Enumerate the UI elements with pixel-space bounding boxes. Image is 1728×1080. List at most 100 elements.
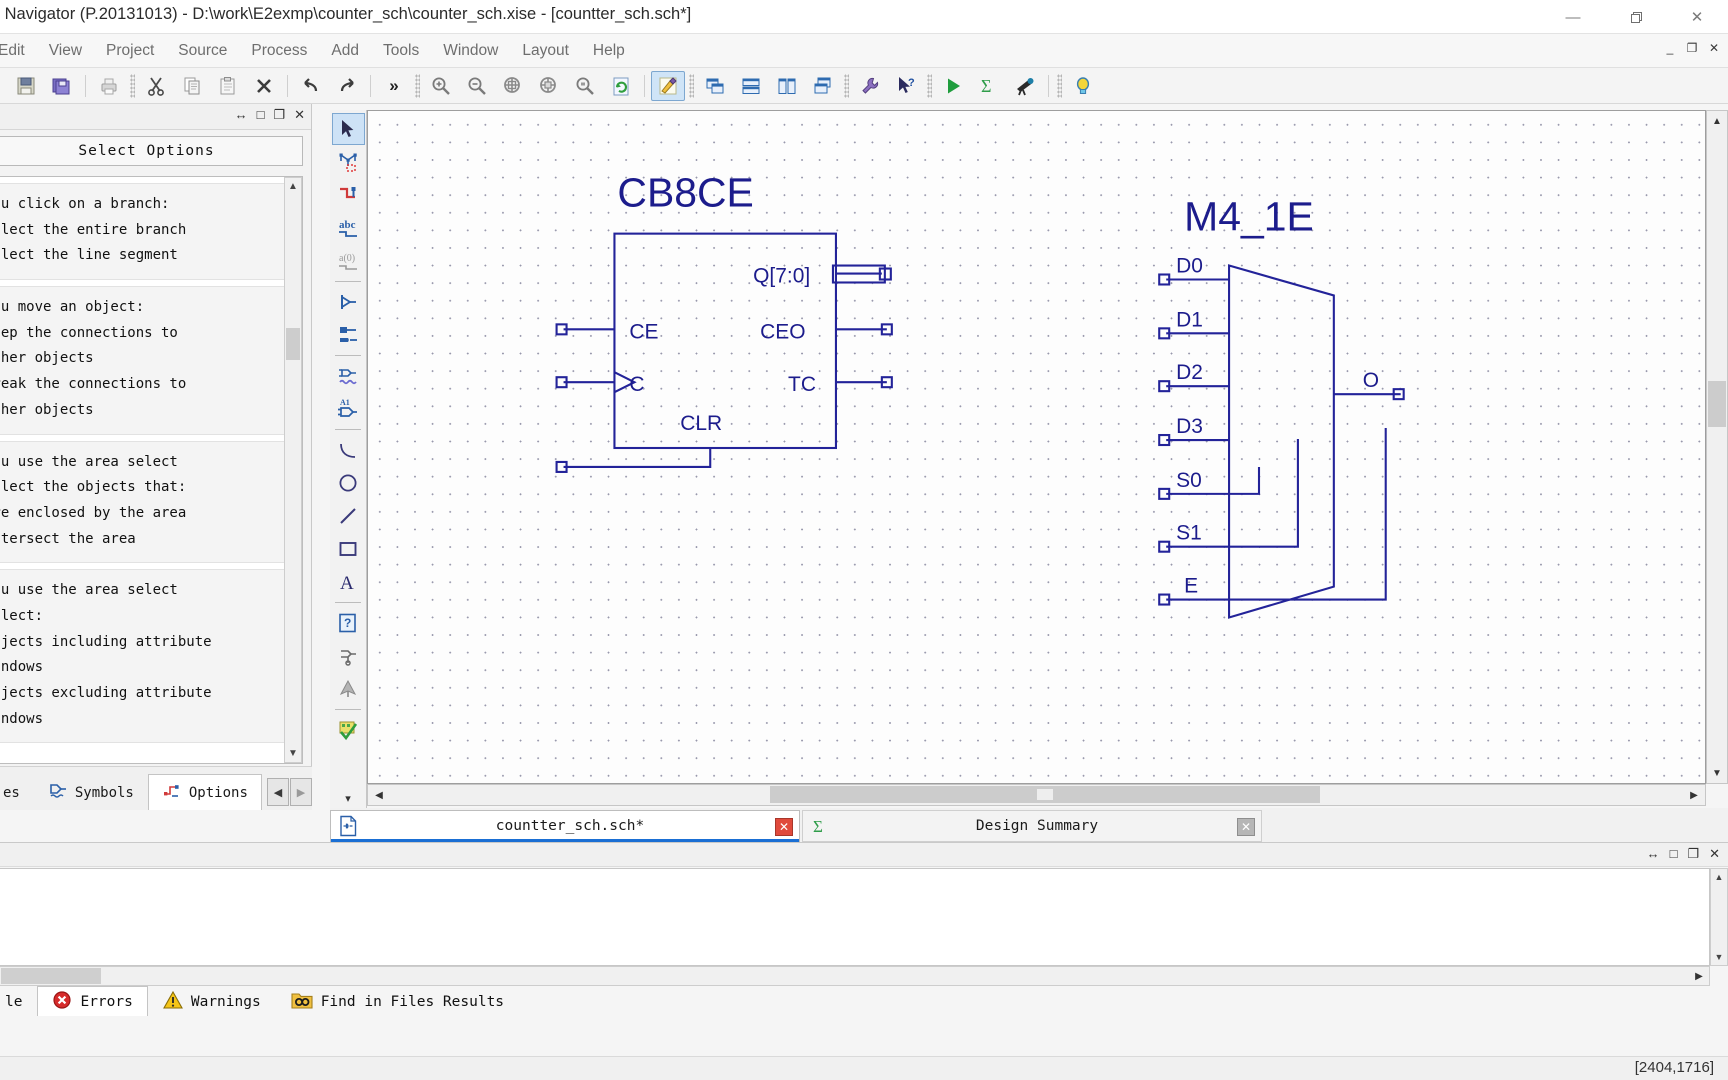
menu-add[interactable]: Add <box>319 40 371 62</box>
add-bus-tool-button[interactable] <box>332 319 365 351</box>
console-scroll-right-arrow[interactable]: ▶ <box>1689 971 1709 982</box>
context-help-button[interactable]: ? <box>889 71 923 101</box>
draw-line-tool-button[interactable] <box>332 500 365 532</box>
undo-button[interactable] <box>294 71 328 101</box>
option-item[interactable]: Break the connections to <box>0 372 295 398</box>
delete-button[interactable] <box>247 71 281 101</box>
add-text-tool-button[interactable]: A <box>332 566 365 598</box>
add-net-name-tool-button[interactable]: abc <box>332 212 365 244</box>
arrange-icons-button[interactable] <box>806 71 840 101</box>
run-button[interactable] <box>936 71 970 101</box>
console-dock-icon[interactable]: ❐ <box>1687 846 1699 862</box>
zoom-previous-button[interactable] <box>568 71 602 101</box>
pulldown-tool-button[interactable] <box>332 673 365 705</box>
tab-sources[interactable]: es <box>0 774 34 810</box>
console-horizontal-scrollbar[interactable]: ▶ <box>0 966 1710 986</box>
option-item[interactable]: Keep the connections to <box>0 321 295 347</box>
console-scroll-down-arrow[interactable]: ▼ <box>1711 949 1727 965</box>
tab-options[interactable]: Options <box>147 774 262 810</box>
option-item[interactable]: Intersect the area <box>0 527 295 553</box>
tip-button[interactable] <box>1066 71 1100 101</box>
console-vertical-scrollbar[interactable]: ▲ ▼ <box>1710 868 1728 966</box>
paste-button[interactable] <box>211 71 245 101</box>
console-close-icon[interactable]: ✕ <box>1709 846 1720 862</box>
tile-horizontally-button[interactable] <box>734 71 768 101</box>
select-tool-button[interactable] <box>331 113 365 145</box>
zoom-selection-button[interactable] <box>532 71 566 101</box>
panel-maximize-icon[interactable]: □ <box>257 107 265 123</box>
zoom-in-button[interactable] <box>424 71 458 101</box>
doc-tab-close-button[interactable]: ✕ <box>775 818 793 836</box>
canvas-horizontal-scrollbar[interactable]: ◀ ▶ <box>367 784 1706 806</box>
panel-dock-icon[interactable]: ❐ <box>273 107 285 123</box>
menu-window[interactable]: Window <box>431 40 510 62</box>
console-tab-warnings[interactable]: Warnings <box>148 986 276 1016</box>
draw-arc-tool-button[interactable] <box>332 434 365 466</box>
toolbar-overflow-button[interactable]: » <box>377 71 411 101</box>
draw-rectangle-tool-button[interactable] <box>332 533 365 565</box>
canvas-vscroll-thumb[interactable] <box>1708 381 1726 427</box>
window-minimize-button[interactable]: — <box>1542 0 1604 34</box>
scroll-up-arrow[interactable]: ▲ <box>285 178 301 195</box>
console-scroll-up-arrow[interactable]: ▲ <box>1711 869 1727 885</box>
check-schematic-tool-button[interactable] <box>332 360 365 392</box>
save-button[interactable] <box>9 71 43 101</box>
option-item[interactable]: Select the entire branch <box>0 218 295 244</box>
symbol-info-tool-button[interactable]: ? <box>332 607 365 639</box>
add-io-marker-tool-button[interactable] <box>332 286 365 318</box>
canvas-hscroll-thumb[interactable] <box>770 786 1320 803</box>
canvas-scroll-up-arrow[interactable]: ▲ <box>1707 111 1727 131</box>
doc-tab-close-button[interactable]: ✕ <box>1237 818 1255 836</box>
cascade-windows-button[interactable] <box>698 71 732 101</box>
design-summary-button[interactable]: Σ <box>972 71 1006 101</box>
canvas-scroll-right-arrow[interactable]: ▶ <box>1683 785 1705 805</box>
refresh-button[interactable] <box>604 71 638 101</box>
menu-edit[interactable]: Edit <box>0 40 37 62</box>
scrollbar-thumb[interactable] <box>286 328 300 360</box>
pin-tool-button[interactable] <box>332 640 365 672</box>
panel-float-icon[interactable]: ↔ <box>235 107 248 123</box>
tab-scroll-left-button[interactable]: ◀ <box>267 778 289 806</box>
console-float-icon[interactable]: ↔ <box>1647 846 1660 862</box>
option-item[interactable]: Objects including attribute <box>0 630 295 656</box>
telescope-button[interactable] <box>1008 71 1042 101</box>
menu-process[interactable]: Process <box>239 40 319 62</box>
canvas-scroll-down-arrow[interactable]: ▼ <box>1707 763 1727 783</box>
left-panel-scrollbar[interactable]: ▲ ▼ <box>284 177 302 763</box>
tab-scroll-right-button[interactable]: ▶ <box>290 778 312 806</box>
cut-button[interactable] <box>139 71 173 101</box>
option-item[interactable]: Objects excluding attribute <box>0 681 295 707</box>
draw-circle-tool-button[interactable] <box>332 467 365 499</box>
console-output-area[interactable] <box>0 868 1710 966</box>
schematic-tools-more-button[interactable]: ▾ <box>332 786 365 810</box>
panel-close-icon[interactable]: ✕ <box>294 107 305 123</box>
save-all-button[interactable] <box>45 71 79 101</box>
copy-button[interactable] <box>175 71 209 101</box>
console-maximize-icon[interactable]: □ <box>1670 846 1678 862</box>
doc-tab-design-summary[interactable]: Σ Design Summary ✕ <box>802 810 1262 842</box>
zoom-out-button[interactable] <box>460 71 494 101</box>
console-tab-errors[interactable]: Errors <box>37 986 148 1016</box>
option-item[interactable]: Select the line segment <box>0 243 295 269</box>
drc-check-tool-button[interactable] <box>332 714 365 746</box>
zoom-fit-button[interactable] <box>496 71 530 101</box>
console-tab-console[interactable]: le <box>0 986 37 1016</box>
canvas-scroll-left-arrow[interactable]: ◀ <box>368 785 390 805</box>
redo-button[interactable] <box>330 71 364 101</box>
canvas-vertical-scrollbar[interactable]: ▲ ▼ <box>1706 110 1728 784</box>
scroll-down-arrow[interactable]: ▼ <box>285 745 301 762</box>
menu-source[interactable]: Source <box>166 40 239 62</box>
add-symbol-tool-button[interactable] <box>332 146 365 178</box>
add-instance-name-tool-button[interactable]: A1 <box>332 393 365 425</box>
mdi-close-button[interactable]: ✕ <box>1704 38 1724 58</box>
design-goals-button[interactable] <box>651 70 685 101</box>
add-wire-tool-button[interactable] <box>332 179 365 211</box>
window-close-button[interactable]: ✕ <box>1666 0 1728 34</box>
menu-project[interactable]: Project <box>94 40 166 62</box>
mdi-restore-button[interactable]: ❐ <box>1682 38 1702 58</box>
doc-tab-counter-sch[interactable]: countter_sch.sch* ✕ <box>330 810 800 842</box>
canvas-hscroll-track[interactable] <box>390 785 1683 805</box>
menu-tools[interactable]: Tools <box>371 40 431 62</box>
mdi-minimize-button[interactable]: _ <box>1660 38 1680 58</box>
console-hscroll-thumb[interactable] <box>1 968 101 984</box>
